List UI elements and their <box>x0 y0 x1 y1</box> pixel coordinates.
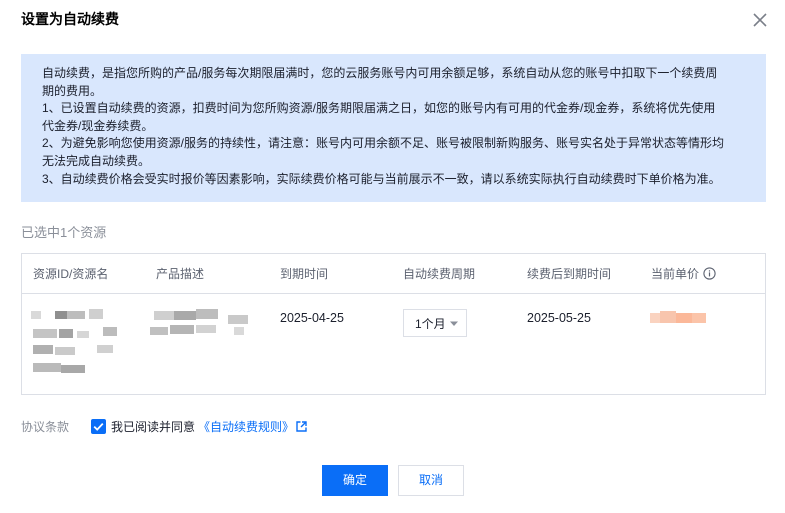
resource-table: 资源ID/资源名 产品描述 到期时间 自动续费周期 续费后到期时间 当前单价 2… <box>21 253 766 395</box>
external-link-icon[interactable] <box>296 421 307 432</box>
cancel-button[interactable]: 取消 <box>398 465 464 496</box>
close-icon[interactable] <box>750 10 770 30</box>
notice-box: 自动续费，是指您所购的产品/服务每次期限届满时，您的云服务账号内可用余额足够，系… <box>21 54 766 202</box>
header-resource: 资源ID/资源名 <box>33 267 109 281</box>
agreement-text: 我已阅读并同意 <box>111 420 196 434</box>
notice-line: 代金券/现金券续费。 <box>42 118 154 133</box>
header-period: 自动续费周期 <box>403 267 476 281</box>
chevron-down-icon <box>450 321 458 326</box>
notice-line: 自动续费，是指您所购的产品/服务每次期限届满时，您的云服务账号内可用余额足够，系… <box>42 66 718 80</box>
expiry-date: 2025-04-25 <box>280 311 344 325</box>
notice-line: 1、已设置自动续费的资源，扣费时间为您所购资源/服务期限届满之日，如您的账号内有… <box>42 101 716 116</box>
dialog-title: 设置为自动续费 <box>21 11 119 27</box>
notice-line: 3、自动续费价格会受实时报价等因素影响，实际续费价格可能与当前展示不一致，请以系… <box>42 171 721 186</box>
info-icon[interactable] <box>703 267 716 280</box>
notice-line: 期的费用。 <box>42 83 103 98</box>
renew-period-select[interactable]: 1个月 <box>403 309 467 337</box>
confirm-button[interactable]: 确定 <box>322 465 388 496</box>
header-price-wrap: 当前单价 <box>651 266 716 282</box>
selected-count-label: 已选中1个资源 <box>21 225 107 240</box>
auto-renew-dialog: 设置为自动续费 自动续费，是指您所购的产品/服务每次期限届满时，您的云服务账号内… <box>0 0 785 513</box>
new-expiry-date: 2025-05-25 <box>527 311 591 325</box>
header-product: 产品描述 <box>156 267 205 281</box>
header-new-expiry: 续费后到期时间 <box>527 267 612 281</box>
header-price: 当前单价 <box>651 267 700 281</box>
check-icon <box>93 422 104 431</box>
notice-line: 无法完成自动续费。 <box>42 153 151 168</box>
agreement-label: 协议条款 <box>21 420 70 434</box>
redacted-resource-name <box>31 309 117 373</box>
renew-period-value: 1个月 <box>415 317 446 331</box>
renew-rules-link[interactable]: 《自动续费规则》 <box>198 419 294 435</box>
redacted-price <box>650 311 706 323</box>
agree-checkbox[interactable] <box>91 419 106 434</box>
table-header: 资源ID/资源名 产品描述 到期时间 自动续费周期 续费后到期时间 当前单价 <box>22 254 765 294</box>
notice-line: 2、为避免影响您使用资源/服务的持续性，请注意：账号内可用余额不足、账号被限制新… <box>42 136 725 151</box>
header-expiry: 到期时间 <box>280 267 329 281</box>
redacted-product-desc <box>150 309 248 335</box>
